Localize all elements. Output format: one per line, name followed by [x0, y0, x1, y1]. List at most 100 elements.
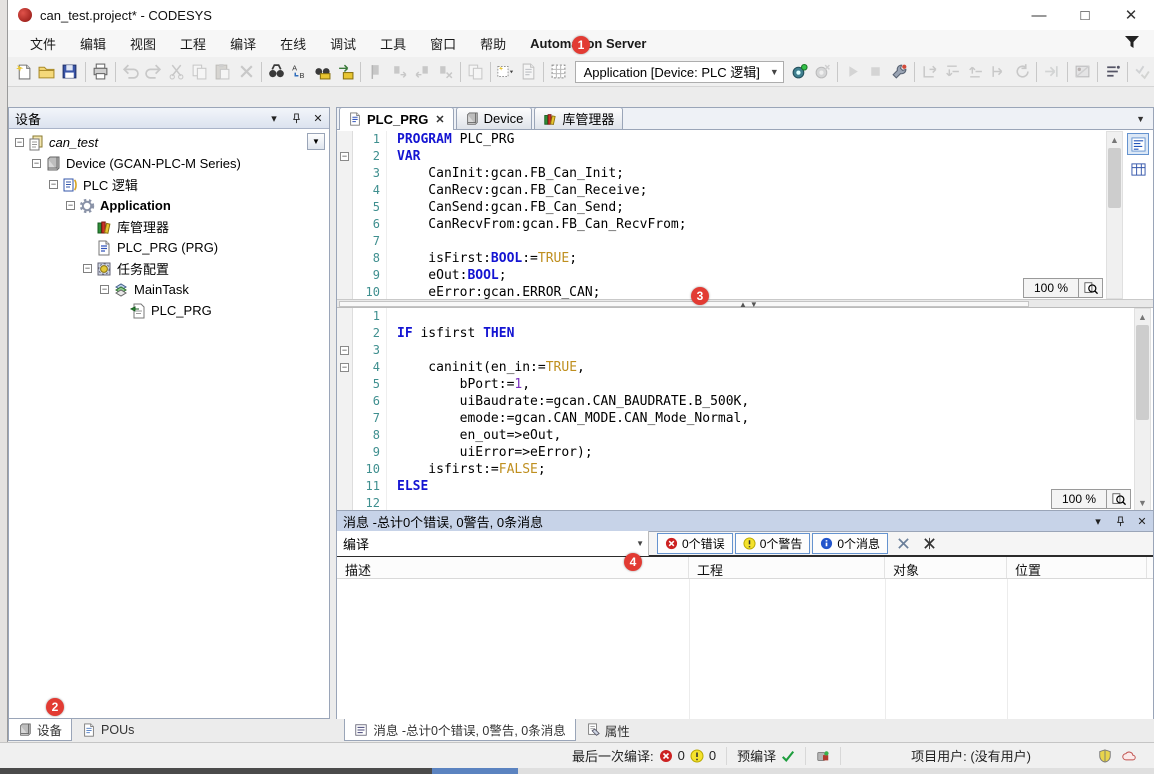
close-button[interactable]: ✕: [1108, 0, 1154, 30]
refactoring-icon[interactable]: [547, 60, 570, 84]
fold-collapse-icon[interactable]: −: [340, 363, 349, 372]
security-shield-icon[interactable]: [1098, 749, 1112, 763]
implementation-editor[interactable]: 12IF isfirst THEN−3−4 caninit(en_in:=TRU…: [337, 308, 1153, 511]
implementation-scrollbar[interactable]: ▲ ▼: [1134, 308, 1151, 511]
devices-panel-header: 设备 ▾ ✕: [9, 108, 329, 129]
panel-close-icon[interactable]: ✕: [311, 111, 325, 125]
menu-调试[interactable]: 调试: [318, 30, 368, 57]
line-number: 4: [353, 359, 387, 376]
fold-margin: [337, 165, 353, 182]
tree-item-device-gcan-plc-m-series-[interactable]: − Device (GCAN-PLC-M Series): [9, 153, 329, 174]
open-project-icon[interactable]: [35, 60, 58, 84]
fold-margin: [337, 233, 353, 250]
tree-item-application[interactable]: −Application: [9, 195, 329, 216]
implementation-zoom-level: 100 %: [1051, 489, 1107, 509]
fold-margin: [337, 284, 353, 299]
devices-panel-title: 设备: [15, 109, 41, 128]
cloud-icon[interactable]: [1122, 749, 1136, 763]
clear-all-messages-icon[interactable]: [918, 533, 940, 554]
info-filter-button[interactable]: 0个消息: [812, 533, 888, 554]
menu-工程[interactable]: 工程: [168, 30, 218, 57]
minimize-button[interactable]: —: [1016, 0, 1062, 30]
bottom-tab-设备[interactable]: 设备: [8, 719, 72, 741]
new-project-icon[interactable]: [12, 60, 35, 84]
panel-pin-icon[interactable]: [1113, 514, 1127, 528]
fold-collapse-icon[interactable]: −: [340, 346, 349, 355]
bottom-tab-messages[interactable]: 消息 -总计0个错误, 0警告, 0条消息: [344, 719, 575, 741]
panel-pin-icon[interactable]: [289, 111, 303, 125]
line-number: 2: [353, 148, 387, 165]
warning-filter-button[interactable]: 0个警告: [735, 533, 811, 554]
tree-expander-icon[interactable]: −: [100, 285, 109, 294]
editor-tab-plc_prg[interactable]: PLC_PRG✕: [339, 107, 454, 130]
bottom-tab-properties[interactable]: 属性: [576, 719, 640, 741]
menu-帮助[interactable]: 帮助: [468, 30, 518, 57]
tree-item--[interactable]: −任务配置: [9, 258, 329, 279]
tree-item-can-test[interactable]: −can_test: [9, 132, 329, 153]
devices-panel: 设备 ▾ ✕ ▼ −can_test−Device (GCAN-PLC-M Se…: [8, 107, 330, 719]
tree-expander-icon[interactable]: −: [49, 180, 58, 189]
fold-margin: [337, 461, 353, 478]
filter-funnel-icon[interactable]: [1124, 35, 1140, 52]
fold-collapse-icon[interactable]: −: [340, 152, 349, 161]
tree-expander-icon[interactable]: −: [83, 264, 92, 273]
declaration-scrollbar[interactable]: ▲: [1106, 131, 1123, 299]
panel-dropdown-icon[interactable]: ▾: [267, 111, 281, 125]
menu-窗口[interactable]: 窗口: [418, 30, 468, 57]
clear-messages-icon[interactable]: [892, 533, 914, 554]
editor-tab-device[interactable]: Device: [456, 107, 533, 129]
toolbar-separator: [360, 62, 361, 82]
tree-expander-icon[interactable]: −: [32, 159, 41, 168]
tree-expander-icon[interactable]: −: [15, 138, 24, 147]
print-icon[interactable]: [88, 60, 111, 84]
fold-margin: [337, 376, 353, 393]
find-in-project-icon[interactable]: [311, 60, 334, 84]
error-filter-button[interactable]: 0个错误: [657, 533, 733, 554]
tree-item--[interactable]: 库管理器: [9, 216, 329, 237]
menu-视图[interactable]: 视图: [118, 30, 168, 57]
execution-order-icon[interactable]: [1101, 60, 1124, 84]
replace-icon[interactable]: AB: [288, 60, 311, 84]
find-icon[interactable]: [265, 60, 288, 84]
column-header-对象[interactable]: 对象: [885, 557, 1007, 578]
menu-编辑[interactable]: 编辑: [68, 30, 118, 57]
tab-overflow-icon[interactable]: ▼: [1136, 114, 1145, 124]
fold-margin: [337, 495, 353, 511]
active-application-combobox[interactable]: Application [Device: PLC 逻辑]▼: [575, 61, 784, 83]
maximize-button[interactable]: □: [1062, 0, 1108, 30]
editor-splitter[interactable]: ▲▼: [337, 299, 1153, 308]
replace-in-project-icon[interactable]: [334, 60, 357, 84]
tree-item-plc-prg-prg-[interactable]: PLC_PRG (PRG): [9, 237, 329, 258]
tree-item-label: Device (GCAN-PLC-M Series): [66, 156, 241, 171]
textual-view-button[interactable]: [1127, 133, 1149, 155]
implementation-zoom-icon[interactable]: [1107, 489, 1131, 509]
editor-tab-库管理器[interactable]: 库管理器: [534, 107, 623, 129]
save-project-icon[interactable]: [58, 60, 81, 84]
tree-item-label: PLC 逻辑: [83, 175, 138, 194]
tree-expander-icon[interactable]: −: [66, 201, 75, 210]
menu-编译[interactable]: 编译: [218, 30, 268, 57]
bottom-tab-pous[interactable]: POUs: [72, 719, 144, 741]
tree-dropdown-button[interactable]: ▼: [307, 133, 325, 150]
login-icon[interactable]: [788, 60, 811, 84]
column-header-位置[interactable]: 位置: [1007, 557, 1147, 578]
menu-工具[interactable]: 工具: [368, 30, 418, 57]
tree-item-plc-[interactable]: − PLC 逻辑: [9, 174, 329, 195]
message-category-combobox[interactable]: 编译 ▼: [337, 531, 649, 556]
copy-icon: [188, 60, 211, 84]
tabular-view-button[interactable]: [1127, 158, 1149, 180]
tree-item-plc-prg[interactable]: PLC_PRG: [9, 300, 329, 321]
new-declaration-icon[interactable]: [494, 60, 517, 84]
hscroll-thumb[interactable]: [339, 301, 1029, 307]
panel-dropdown-icon[interactable]: ▾: [1091, 514, 1105, 528]
menu-在线[interactable]: 在线: [268, 30, 318, 57]
column-header-工程[interactable]: 工程: [689, 557, 885, 578]
declaration-editor[interactable]: 1PROGRAM PLC_PRG−2VAR3 CanInit:gcan.FB_C…: [337, 131, 1153, 299]
tab-close-icon[interactable]: ✕: [435, 113, 444, 126]
panel-close-icon[interactable]: ✕: [1135, 514, 1149, 528]
menu-文件[interactable]: 文件: [18, 30, 68, 57]
messages-table-body[interactable]: [337, 579, 1153, 719]
online-config-icon[interactable]: [887, 60, 910, 84]
tree-item-maintask[interactable]: −MainTask: [9, 279, 329, 300]
declaration-zoom-icon[interactable]: [1079, 278, 1103, 298]
